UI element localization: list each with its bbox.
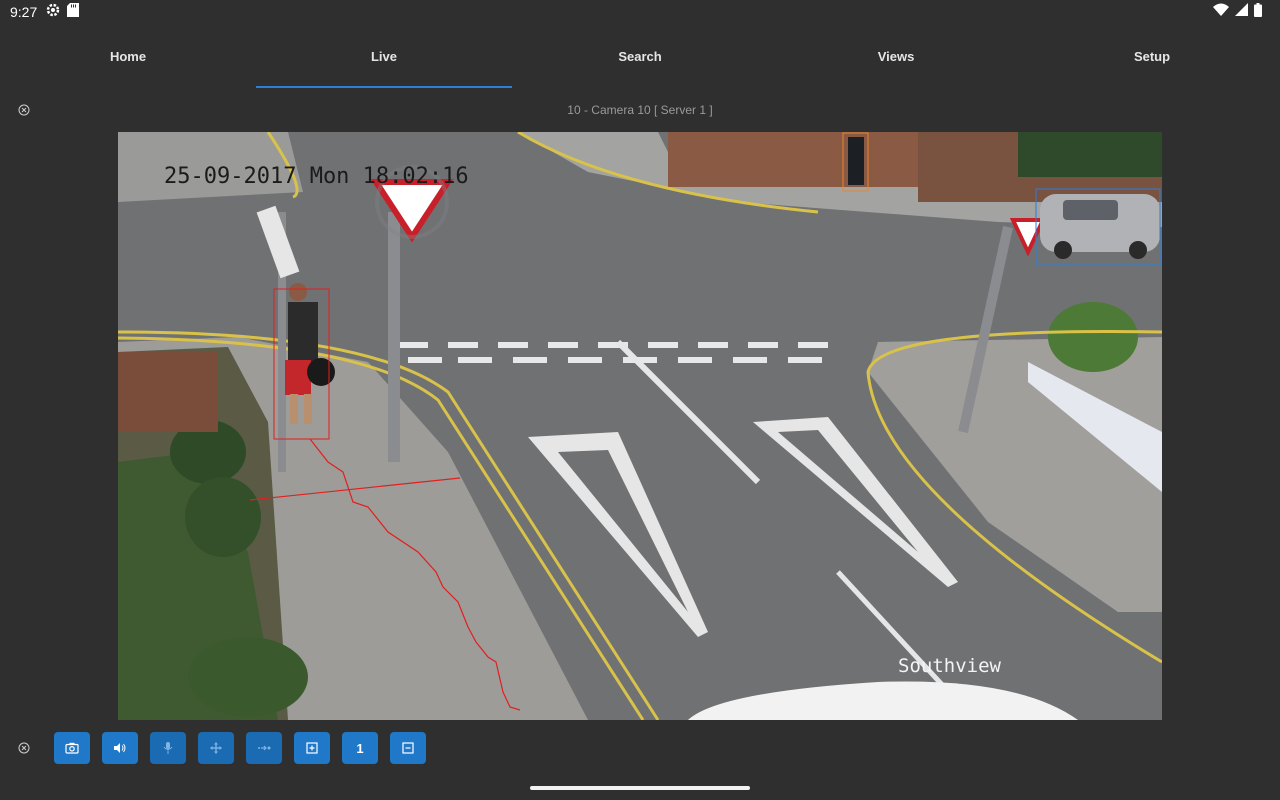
ptz-move-icon [210,742,222,754]
zoom-in-icon [306,742,318,754]
cell-signal-icon [1235,3,1248,21]
tab-setup[interactable]: Setup [1024,24,1280,88]
tab-home[interactable]: Home [0,24,256,88]
camera-header: 10 - Camera 10 [ Server 1 ] [0,96,1280,124]
wifi-icon [1213,3,1229,21]
settings-gear-icon [45,2,61,23]
tab-search[interactable]: Search [512,24,768,88]
tab-live-label: Live [370,48,397,64]
close-circle-icon [18,104,30,116]
osd-location: Southview [898,655,1002,677]
track-icon [258,745,271,751]
close-camera-button[interactable] [16,102,32,118]
speaker-icon [114,743,126,753]
sd-card-icon [67,2,80,22]
status-time: 9:27 [10,4,38,20]
tab-views[interactable]: Views [768,24,1024,88]
battery-icon [1254,2,1262,22]
live-video-feed[interactable]: 25-09-2017 Mon 18:02:16 Southview [118,132,1162,720]
gesture-nav-handle[interactable] [530,786,750,790]
camera-title: 10 - Camera 10 [ Server 1 ] [567,103,713,117]
tab-setup-label: Setup [1133,48,1171,64]
audio-button[interactable] [102,732,138,764]
close-toolbar-button[interactable] [16,740,32,756]
zoom-in-button[interactable] [294,732,330,764]
tab-views-label: Views [877,48,915,64]
snapshot-button[interactable] [54,732,90,764]
track-button[interactable] [246,732,282,764]
channel-number-button[interactable]: 1 [342,732,378,764]
zoom-out-icon [402,742,414,754]
status-bar: 9:27 [0,0,1280,24]
channel-number: 1 [356,740,364,756]
tab-home-label: Home [109,48,147,64]
main-nav: Home Live Search Views Setup [0,24,1280,88]
microphone-button[interactable] [150,732,186,764]
video-toolbar: 1 [0,732,1280,764]
microphone-icon [163,742,173,754]
zoom-out-button[interactable] [390,732,426,764]
camera-icon [65,742,79,754]
ptz-button[interactable] [198,732,234,764]
close-circle-icon [18,742,30,754]
video-frame: 25-09-2017 Mon 18:02:16 Southview [118,132,1162,720]
tab-live[interactable]: Live [256,24,512,88]
osd-timestamp: 25-09-2017 Mon 18:02:16 [164,164,469,189]
tab-search-label: Search [618,48,662,64]
